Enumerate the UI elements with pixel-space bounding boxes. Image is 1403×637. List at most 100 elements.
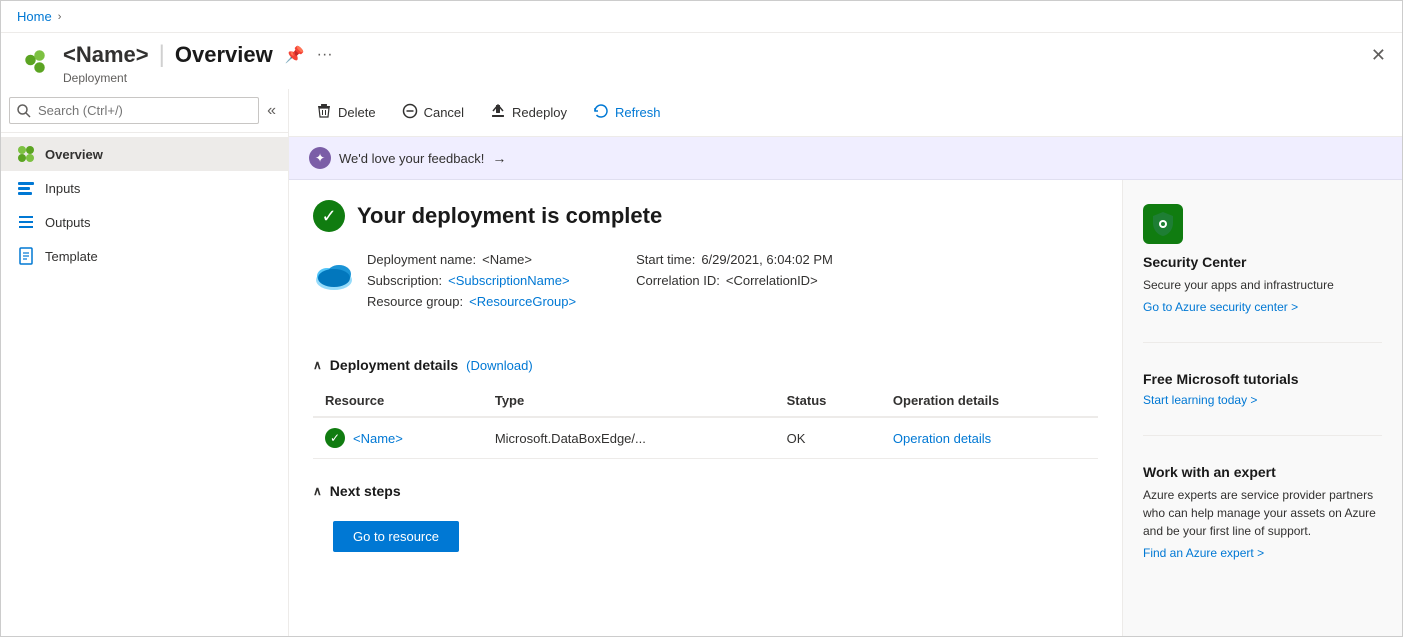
table-cell-operation-details: Operation details — [881, 417, 1098, 459]
redeploy-button[interactable]: Redeploy — [479, 97, 578, 128]
table-header-type: Type — [483, 385, 775, 417]
breadcrumb: Home › — [1, 1, 1402, 33]
sidebar-search-row: « — [1, 89, 288, 133]
resource-group-label: Resource group: — [367, 294, 463, 309]
security-center-link[interactable]: Go to Azure security center > — [1143, 300, 1382, 314]
download-link[interactable]: (Download) — [466, 358, 532, 373]
feedback-banner[interactable]: ✦ We'd love your feedback! → — [289, 137, 1402, 180]
security-shield-icon — [1143, 204, 1183, 244]
content-main: ✓ Your deployment is complete — [289, 180, 1402, 636]
next-steps-chevron-icon: ∧ — [313, 484, 322, 498]
header-subtitle: Deployment — [63, 71, 333, 85]
deployment-complete-title: Your deployment is complete — [357, 203, 662, 229]
rp-divider-2 — [1143, 435, 1382, 436]
outputs-icon — [17, 213, 35, 231]
header-title-block: <Name> | Overview 📌 ··· Deployment — [63, 41, 333, 85]
deployment-complete-row: ✓ Your deployment is complete — [313, 200, 1098, 232]
cloud-icon — [313, 256, 355, 295]
operation-details-link[interactable]: Operation details — [893, 431, 991, 446]
start-time-value: 6/29/2021, 6:04:02 PM — [701, 252, 833, 267]
sidebar-item-outputs-label: Outputs — [45, 215, 91, 230]
resource-group-value[interactable]: <ResourceGroup> — [469, 294, 576, 309]
sidebar-item-template-label: Template — [45, 249, 98, 264]
more-options-icon[interactable]: ··· — [317, 46, 333, 64]
meta-left: Deployment name: <Name> Subscription: <S… — [367, 252, 576, 309]
pin-icon[interactable]: 📌 — [285, 45, 305, 65]
redeploy-icon — [490, 103, 506, 122]
cancel-icon — [402, 103, 418, 122]
sidebar-item-overview[interactable]: Overview — [1, 137, 288, 171]
correlation-id-value: <CorrelationID> — [726, 273, 818, 288]
subscription-label: Subscription: — [367, 273, 442, 288]
table-header-operation-details: Operation details — [881, 385, 1098, 417]
security-center-title: Security Center — [1143, 254, 1382, 270]
azure-logo-icon — [17, 45, 53, 81]
delete-label: Delete — [338, 105, 376, 120]
template-icon — [17, 247, 35, 265]
sidebar-item-template[interactable]: Template — [1, 239, 288, 273]
deployment-name-label: Deployment name: — [367, 252, 476, 267]
resource-name-link[interactable]: <Name> — [353, 431, 403, 446]
sidebar-item-overview-label: Overview — [45, 147, 103, 162]
search-input[interactable] — [9, 97, 259, 124]
table-row: ✓ <Name> Microsoft.DataBoxEdge/... OK Op… — [313, 417, 1098, 459]
rp-divider-1 — [1143, 342, 1382, 343]
row-check-icon: ✓ — [325, 428, 345, 448]
refresh-label: Refresh — [615, 105, 661, 120]
expert-description: Azure experts are service provider partn… — [1143, 486, 1382, 540]
toolbar: Delete Cancel — [289, 89, 1402, 137]
expert-link[interactable]: Find an Azure expert > — [1143, 546, 1382, 560]
tutorials-title: Free Microsoft tutorials — [1143, 371, 1382, 387]
deployment-details-title: Deployment details — [330, 357, 458, 373]
delete-button[interactable]: Delete — [305, 97, 387, 128]
deployment-details-header[interactable]: ∧ Deployment details (Download) — [313, 357, 1098, 373]
overview-icon — [17, 145, 35, 163]
meta-resource-group-row: Resource group: <ResourceGroup> — [367, 294, 576, 309]
delete-icon — [316, 103, 332, 122]
rp-security-center: Security Center Secure your apps and inf… — [1143, 204, 1382, 314]
expert-title: Work with an expert — [1143, 464, 1382, 480]
meta-correlation-id-row: Correlation ID: <CorrelationID> — [636, 273, 833, 288]
header: <Name> | Overview 📌 ··· Deployment ✕ — [1, 33, 1402, 89]
next-steps-section: ∧ Next steps Go to resource — [313, 483, 1098, 552]
security-center-description: Secure your apps and infrastructure — [1143, 276, 1382, 294]
meta-deployment-name-row: Deployment name: <Name> — [367, 252, 576, 267]
breadcrumb-home[interactable]: Home — [17, 9, 52, 24]
section-chevron-icon: ∧ — [313, 358, 322, 372]
sidebar-item-outputs[interactable]: Outputs — [1, 205, 288, 239]
go-to-resource-button[interactable]: Go to resource — [333, 521, 459, 552]
breadcrumb-chevron: › — [58, 11, 62, 23]
refresh-button[interactable]: Refresh — [582, 97, 672, 128]
deployment-name-value: <Name> — [482, 252, 532, 267]
sidebar-item-inputs-label: Inputs — [45, 181, 80, 196]
sidebar-nav: Overview Inputs — [1, 133, 288, 636]
table-header-status: Status — [775, 385, 881, 417]
sidebar-item-inputs[interactable]: Inputs — [1, 171, 288, 205]
rp-expert: Work with an expert Azure experts are se… — [1143, 464, 1382, 560]
deployment-details-section: ∧ Deployment details (Download) Resource… — [313, 357, 1098, 459]
meta-subscription-row: Subscription: <SubscriptionName> — [367, 273, 576, 288]
rp-tutorials: Free Microsoft tutorials Start learning … — [1143, 371, 1382, 407]
tutorials-link[interactable]: Start learning today > — [1143, 393, 1382, 407]
content-area: Delete Cancel — [289, 89, 1402, 636]
feedback-arrow: → — [492, 150, 506, 166]
next-steps-header: ∧ Next steps — [313, 483, 1098, 499]
correlation-id-label: Correlation ID: — [636, 273, 720, 288]
close-button[interactable]: ✕ — [1371, 45, 1386, 66]
meta-start-time-row: Start time: 6/29/2021, 6:04:02 PM — [636, 252, 833, 267]
refresh-icon — [593, 103, 609, 122]
feedback-icon: ✦ — [309, 147, 331, 169]
inputs-icon — [17, 179, 35, 197]
subscription-value[interactable]: <SubscriptionName> — [448, 273, 569, 288]
table-cell-resource: ✓ <Name> — [313, 417, 483, 459]
deployment-complete-icon: ✓ — [313, 200, 345, 232]
header-name-tag: <Name> — [63, 42, 149, 68]
deployment-details-table: Resource Type Status Operation details — [313, 385, 1098, 459]
sidebar-collapse-button[interactable]: « — [263, 98, 280, 124]
deployment-panel: ✓ Your deployment is complete — [289, 180, 1122, 636]
start-time-label: Start time: — [636, 252, 695, 267]
table-cell-type: Microsoft.DataBoxEdge/... — [483, 417, 775, 459]
meta-right: Start time: 6/29/2021, 6:04:02 PM Correl… — [636, 252, 833, 288]
right-panel: Security Center Secure your apps and inf… — [1122, 180, 1402, 636]
cancel-button[interactable]: Cancel — [391, 97, 475, 128]
